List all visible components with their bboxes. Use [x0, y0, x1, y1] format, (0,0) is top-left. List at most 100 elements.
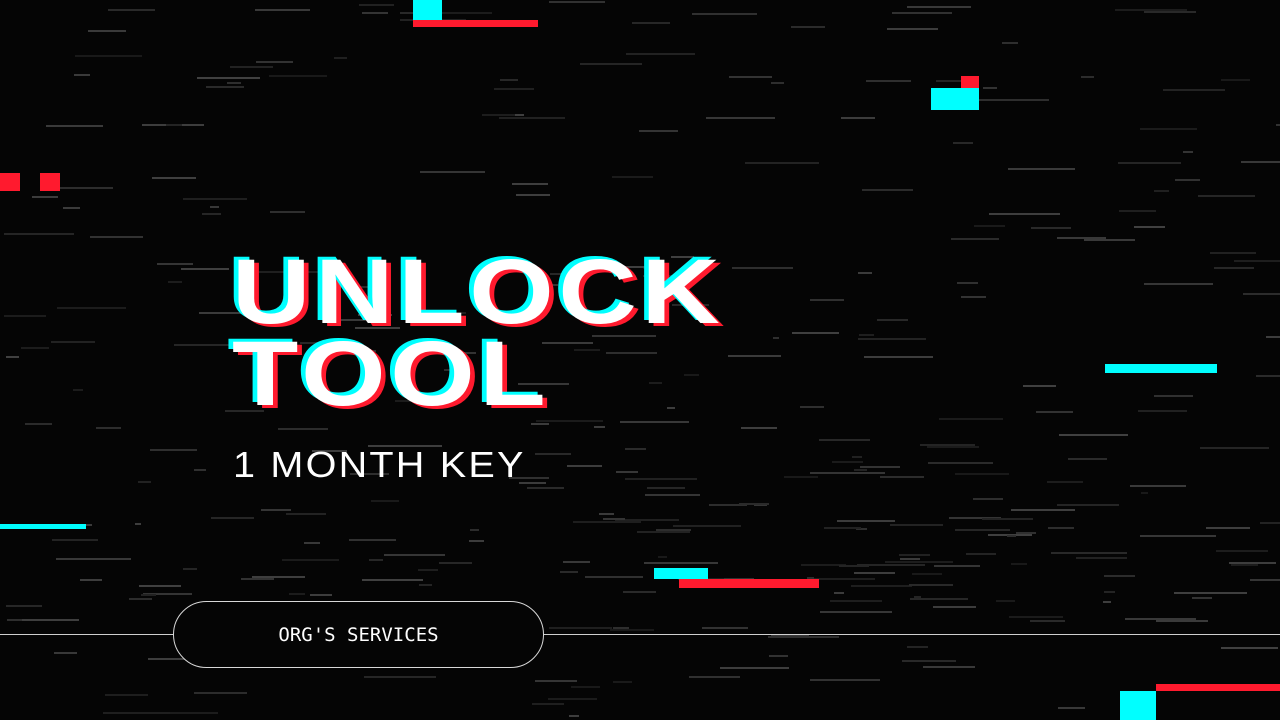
noise-streak	[879, 476, 924, 479]
noise-streak	[613, 680, 633, 683]
noise-streak	[728, 76, 772, 79]
noise-streak	[1010, 562, 1027, 565]
noise-streak	[240, 578, 275, 581]
noise-streak	[103, 712, 170, 715]
noise-streak	[1144, 11, 1196, 14]
noise-streak	[1243, 292, 1280, 295]
noise-streak	[646, 487, 685, 490]
noise-streak	[369, 558, 383, 561]
noise-streak	[631, 21, 671, 24]
noise-streak	[493, 88, 534, 91]
noise-streak	[51, 539, 99, 542]
noise-streak	[22, 618, 79, 621]
noise-streak	[1057, 504, 1120, 507]
noise-streak	[1031, 227, 1072, 230]
noise-streak	[573, 348, 600, 351]
noise-streak	[837, 520, 896, 523]
noise-streak	[105, 694, 148, 697]
noise-streak	[906, 6, 971, 9]
noise-streak	[768, 655, 788, 658]
noise-streak	[568, 714, 579, 717]
noise-streak	[363, 676, 436, 679]
noise-streak	[810, 298, 845, 301]
noise-streak	[108, 8, 155, 11]
noise-streak	[952, 141, 974, 144]
noise-streak	[286, 513, 326, 516]
noise-streak	[909, 597, 969, 600]
noise-streak	[419, 583, 432, 586]
noise-streak	[610, 628, 655, 631]
noise-streak	[1067, 458, 1107, 461]
noise-streak	[783, 476, 818, 479]
noise-streak	[531, 702, 565, 705]
noise-streak	[960, 296, 987, 299]
noise-streak	[128, 597, 153, 600]
noise-streak	[688, 675, 740, 678]
noise-streak	[884, 560, 954, 563]
noise-streak	[362, 12, 389, 15]
noise-streak	[181, 267, 229, 270]
noise-streak	[1001, 41, 1019, 44]
glitch-block	[413, 20, 538, 27]
noise-streak	[230, 66, 274, 69]
noise-streak	[21, 347, 50, 350]
noise-streak	[535, 680, 578, 683]
noise-streak	[1192, 596, 1212, 599]
noise-streak	[644, 493, 700, 496]
noise-streak	[210, 205, 219, 208]
noise-streak	[1265, 336, 1280, 339]
noise-streak	[672, 525, 741, 528]
noise-streak	[1213, 266, 1254, 269]
noise-streak	[719, 666, 789, 669]
noise-streak	[182, 198, 247, 201]
noise-streak	[1124, 618, 1196, 621]
glitch-block	[40, 173, 60, 191]
noise-streak	[1143, 283, 1213, 286]
noise-streak	[226, 82, 241, 85]
noise-streak	[277, 427, 329, 430]
noise-streak	[1051, 551, 1127, 554]
noise-streak	[840, 116, 875, 119]
noise-streak	[623, 591, 657, 594]
noise-streak	[1118, 210, 1156, 213]
noise-streak	[624, 477, 698, 480]
noise-streak	[705, 116, 776, 119]
noise-streak	[201, 212, 222, 215]
noise-streak	[639, 129, 679, 132]
noise-streak	[549, 1, 605, 4]
noise-streak	[1200, 446, 1269, 449]
glitch-block	[1105, 364, 1217, 373]
noise-streak	[139, 585, 181, 588]
noise-streak	[567, 464, 603, 467]
noise-streak	[53, 652, 78, 655]
noise-streak	[55, 558, 132, 561]
noise-streak	[1084, 239, 1136, 242]
noise-streak	[361, 579, 424, 582]
noise-streak	[939, 417, 1003, 420]
noise-streak	[810, 578, 875, 581]
noise-streak	[1141, 491, 1148, 494]
noise-streak	[922, 666, 975, 669]
noise-streak	[25, 422, 52, 425]
noise-streak	[1058, 434, 1129, 437]
noise-streak	[1234, 260, 1280, 263]
title-line-2: TOOL	[232, 323, 551, 425]
noise-streak	[974, 225, 1006, 228]
noise-streak	[928, 461, 994, 464]
noise-streak	[1134, 225, 1166, 228]
noise-streak	[1198, 195, 1256, 198]
noise-streak	[197, 77, 261, 80]
noise-streak	[80, 579, 103, 582]
noise-streak	[612, 176, 653, 179]
noise-streak	[858, 271, 872, 274]
noise-streak	[1075, 556, 1127, 559]
noise-streak	[310, 593, 332, 596]
noise-streak	[850, 584, 912, 587]
noise-streak	[1104, 590, 1116, 593]
noise-streak	[349, 539, 396, 542]
noise-streak	[254, 9, 310, 12]
noise-streak	[889, 523, 944, 526]
services-button[interactable]: ORG'S SERVICES	[173, 601, 544, 668]
noise-streak	[809, 678, 880, 681]
noise-streak	[96, 426, 122, 429]
